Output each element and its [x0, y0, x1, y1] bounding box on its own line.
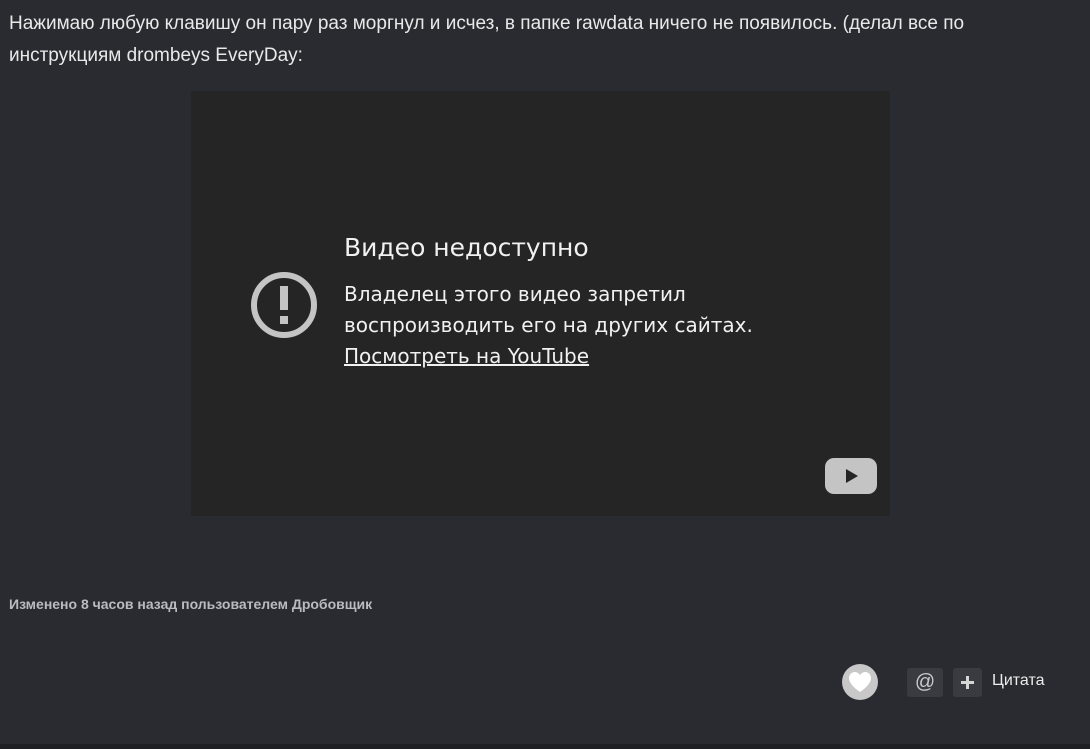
video-embed[interactable]: Видео недоступно Владелец этого видео за… — [191, 91, 890, 516]
video-unavailable-title: Видео недоступно — [344, 233, 589, 262]
edited-note: Изменено 8 часов назад пользователем Дро… — [9, 596, 373, 612]
quote-add-button[interactable] — [953, 668, 982, 697]
mention-button[interactable]: @ — [907, 668, 943, 697]
video-unavailable-description: Владелец этого видео запретил воспроизво… — [344, 282, 753, 337]
plus-icon — [961, 676, 974, 689]
youtube-logo-icon[interactable] — [825, 458, 877, 494]
bottom-divider — [0, 744, 1090, 749]
exclamation-circle-icon — [251, 272, 317, 338]
quote-button[interactable]: Цитата — [992, 672, 1045, 690]
watch-on-youtube-link[interactable]: Посмотреть на YouTube — [344, 341, 589, 372]
like-button[interactable] — [842, 664, 878, 700]
post-text: Нажимаю любую клавишу он пару раз моргну… — [9, 13, 965, 66]
heart-icon — [849, 672, 871, 692]
